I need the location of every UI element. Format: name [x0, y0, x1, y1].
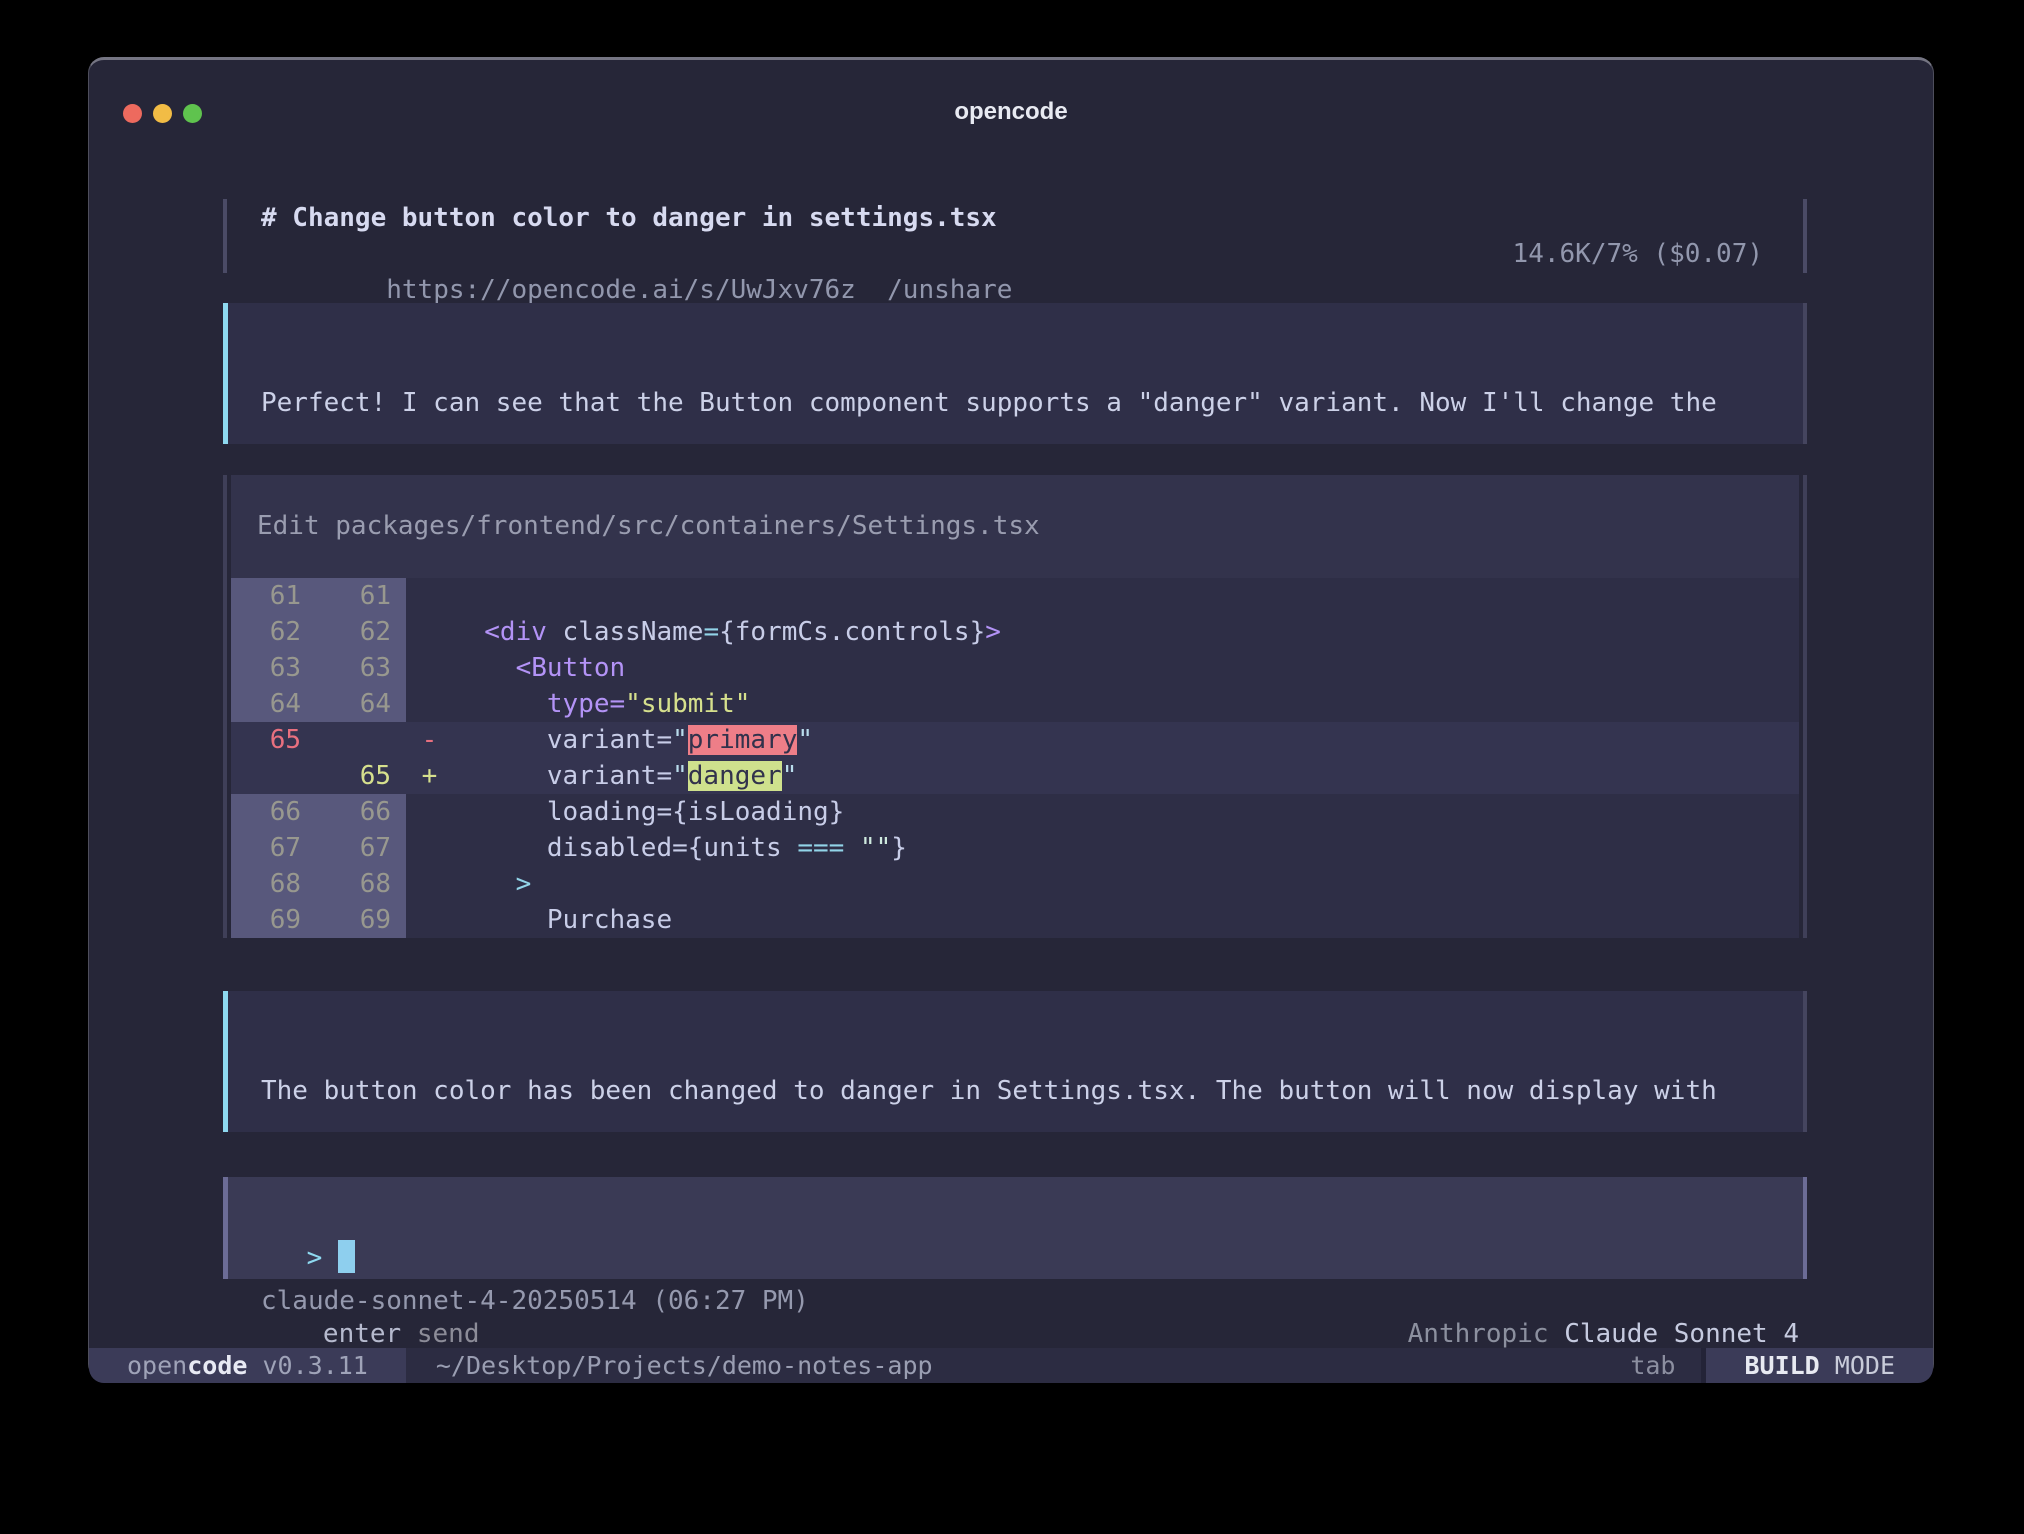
prompt-input[interactable]: > — [223, 1177, 1807, 1279]
provider-label: Anthropic — [1408, 1319, 1549, 1349]
diff-row: 6262 <div className={formCs.controls}> — [231, 614, 1799, 650]
diff-row: 6969 Purchase — [231, 902, 1799, 938]
edit-file-path: Edit packages/frontend/src/containers/Se… — [231, 475, 1799, 578]
diff-row: 6767 disabled={units === ""} — [231, 830, 1799, 866]
model-label: Claude Sonnet 4 — [1564, 1319, 1799, 1349]
diff-row: 6161 — [231, 578, 1799, 614]
diff-row: 6464 type="submit" — [231, 686, 1799, 722]
assistant-message: Perfect! I can see that the Button compo… — [223, 303, 1807, 444]
message-line: Perfect! I can see that the Button compo… — [261, 386, 1783, 421]
diff-table: 61616262 <div className={formCs.controls… — [231, 578, 1799, 938]
share-url-link[interactable]: https://opencode.ai/s/UwJxv76z — [386, 275, 856, 305]
app-name-code: code — [187, 1351, 247, 1380]
prompt-chevron: > — [307, 1243, 323, 1273]
message-line: The button color has been changed to dan… — [261, 1074, 1783, 1109]
opencode-window: opencode # Change button color to danger… — [88, 57, 1934, 1380]
app-name-open: open — [127, 1351, 187, 1380]
status-bar: opencode v0.3.11 ~/Desktop/Projects/demo… — [89, 1348, 1933, 1383]
enter-key-hint: enter — [323, 1319, 401, 1349]
session-header: # Change button color to danger in setti… — [223, 199, 1807, 273]
assistant-message: The button color has been changed to dan… — [223, 991, 1807, 1132]
diff-row: 65 + variant="danger" — [231, 758, 1799, 794]
mode-chip: BUILD MODE — [1706, 1348, 1933, 1383]
edit-tool-card: Edit packages/frontend/src/containers/Se… — [223, 475, 1807, 938]
tab-key-hint: tab — [1630, 1351, 1675, 1380]
diff-row: 6868 > — [231, 866, 1799, 902]
mode-name: BUILD — [1744, 1351, 1819, 1380]
working-directory: ~/Desktop/Projects/demo-notes-app — [436, 1351, 933, 1380]
text-cursor — [338, 1240, 355, 1273]
app-version-chip: opencode v0.3.11 — [89, 1348, 406, 1383]
hint-row: enter send Anthropic Claude Sonnet 4 — [223, 1289, 1807, 1323]
diff-row: 6666 loading={isLoading} — [231, 794, 1799, 830]
send-action-label: send — [417, 1319, 480, 1349]
window-title: opencode — [89, 98, 1933, 126]
app-version: v0.3.11 — [247, 1351, 367, 1380]
diff-row: 6363 <Button — [231, 650, 1799, 686]
diff-row: 65 - variant="primary" — [231, 722, 1799, 758]
session-title: # Change button color to danger in setti… — [261, 200, 1763, 236]
unshare-command[interactable]: /unshare — [887, 275, 1012, 305]
title-bar: opencode — [89, 60, 1933, 122]
mode-suffix: MODE — [1820, 1351, 1895, 1380]
